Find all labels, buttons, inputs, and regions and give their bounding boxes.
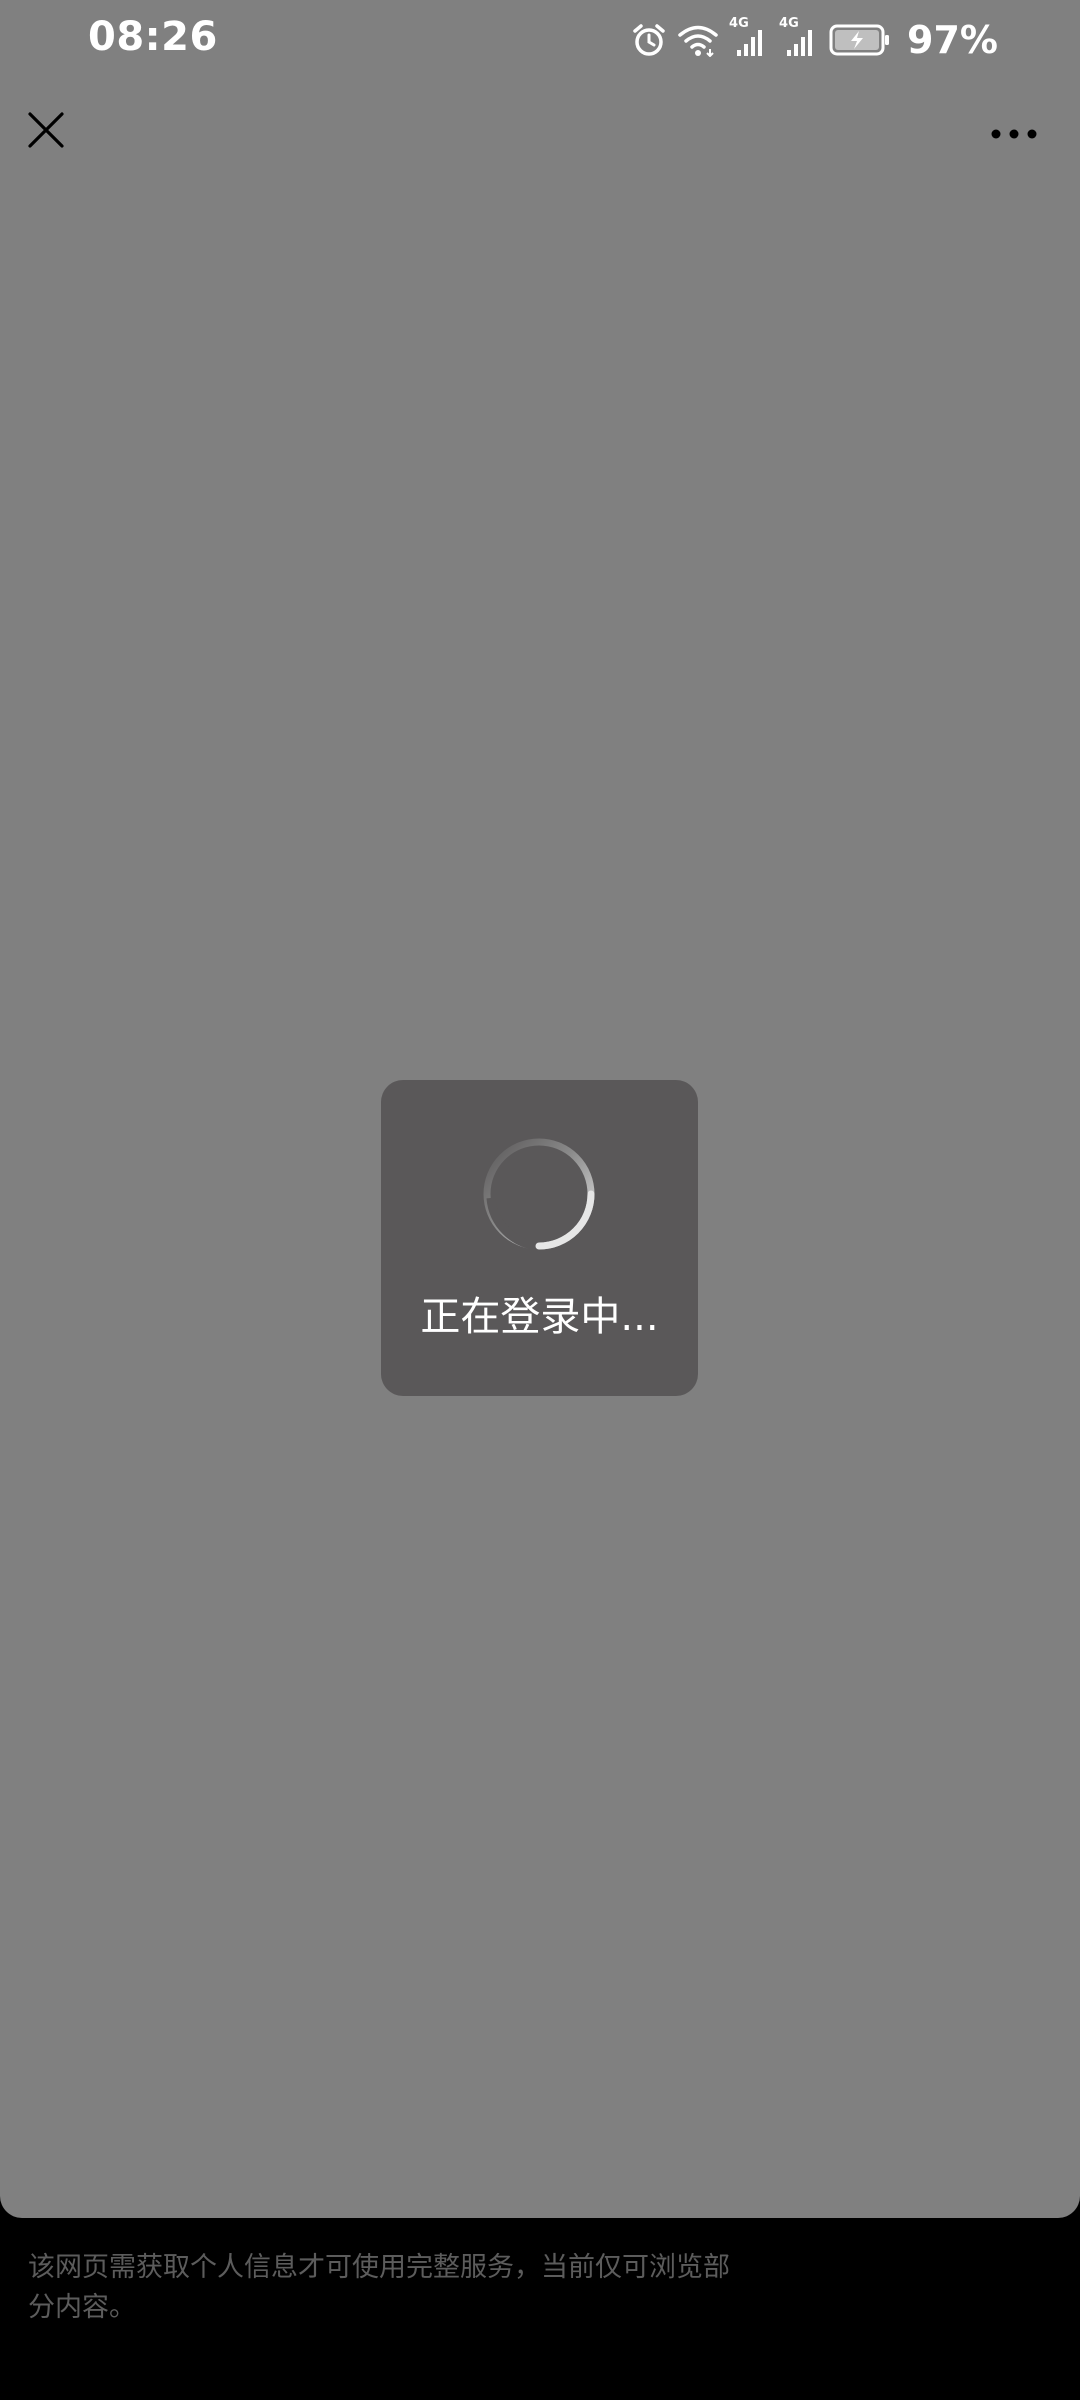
signal-icon: 4G: [779, 16, 819, 58]
more-options-button[interactable]: [982, 110, 1046, 158]
loading-spinner-icon: [483, 1138, 595, 1251]
more-horizontal-icon: [991, 129, 1037, 139]
close-icon: [28, 112, 64, 148]
loading-toast: 正在登录中...: [381, 1080, 698, 1396]
signal-icon: 4G: [729, 16, 769, 58]
webview-area: 08:26 4G 4G 97% 正在登录中...: [0, 0, 1080, 2218]
close-button[interactable]: [20, 104, 72, 156]
privacy-notice: 该网页需获取个人信息才可使用完整服务，当前仅可浏览部分内容。: [28, 2252, 730, 2323]
screen: 08:26 4G 4G 97% 正在登录中... 该网页需获取个人信息才可使用完…: [0, 0, 1080, 2400]
status-icons: 4G 4G 97%: [631, 16, 998, 62]
battery-percent: 97%: [907, 18, 998, 62]
status-time: 08:26: [88, 14, 218, 60]
alarm-icon: [631, 22, 667, 58]
battery-charging-icon: [829, 23, 891, 57]
wifi-icon: [677, 23, 719, 57]
status-bar: 08:26 4G 4G 97%: [0, 0, 1080, 80]
loading-text: 正在登录中...: [420, 1294, 659, 1340]
